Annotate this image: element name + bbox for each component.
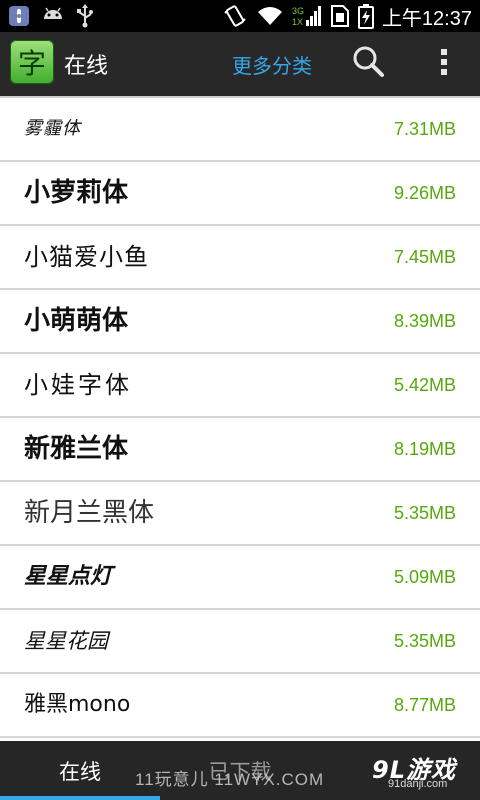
tab-online-label: 在线 (59, 759, 101, 784)
notification-icons (8, 4, 94, 28)
network-type-label: 3G (292, 6, 304, 16)
usb-debug-icon (8, 5, 30, 27)
network-sub-label: 1X (292, 17, 303, 27)
sim-icon (330, 4, 350, 28)
font-size-label: 7.31MB (393, 119, 456, 139)
font-name: 小猫爱小鱼 (24, 243, 149, 271)
status-bar: 3G 1X 上午12:37 (0, 0, 480, 32)
battery-charging-icon (357, 3, 374, 29)
status-icons: 3G 1X 上午12:37 (222, 0, 472, 32)
list-item[interactable]: 星星点灯 5.09MB (0, 546, 480, 610)
page-title: 在线 (64, 54, 109, 79)
watermark-logo: 9L游戏 91danji.com (372, 750, 472, 794)
font-name: 新月兰黑体 (24, 498, 155, 528)
font-size-label: 5.35MB (393, 631, 456, 651)
signal-icon: 3G 1X (292, 4, 322, 28)
list-item[interactable]: 雾霾体 7.31MB (0, 98, 480, 162)
app-icon[interactable]: 字 (10, 40, 54, 84)
usb-icon (76, 4, 94, 28)
list-item[interactable]: 小萝莉体 9.26MB (0, 162, 480, 226)
font-size-label: 7.45MB (393, 247, 456, 267)
clock: 上午12:37 (381, 7, 472, 30)
vibrate-icon (222, 3, 248, 29)
action-bar: 字 在线 更多分类 (0, 32, 480, 96)
font-name: 星星花园 (24, 629, 108, 653)
font-name: 星星点灯 (24, 564, 113, 589)
overflow-menu-icon[interactable] (436, 44, 452, 80)
list-item[interactable]: 雅黑mono 8.77MB (0, 674, 480, 738)
list-item[interactable]: 小猫爱小鱼 7.45MB (0, 226, 480, 290)
font-name: 小萝莉体 (24, 178, 129, 208)
wifi-icon (256, 5, 284, 27)
font-size-label: 9.26MB (393, 183, 456, 203)
font-size-label: 5.35MB (393, 503, 456, 523)
font-size-label: 8.39MB (393, 311, 456, 331)
font-name: 雾霾体 (24, 118, 81, 139)
font-name: 小娃字体 (24, 371, 132, 399)
list-item[interactable]: 星星花园 5.35MB (0, 610, 480, 674)
list-item[interactable]: 小娃字体 5.42MB (0, 354, 480, 418)
font-list: 雾霾体 7.31MB 小萝莉体 9.26MB 小猫爱小鱼 7.45MB 小萌萌体… (0, 96, 480, 741)
android-icon (40, 5, 66, 27)
app-icon-glyph: 字 (17, 47, 46, 80)
more-categories-button[interactable]: 更多分类 (232, 50, 312, 79)
list-item[interactable]: 新雅兰体 8.19MB (0, 418, 480, 482)
font-name: 小萌萌体 (24, 306, 129, 336)
font-size-label: 5.09MB (393, 567, 456, 587)
watermark-text: 11玩意儿 11WYX.COM (135, 770, 325, 789)
list-item[interactable]: 小萌萌体 8.39MB (0, 290, 480, 354)
font-size-label: 8.19MB (393, 439, 456, 459)
font-size-label: 5.42MB (393, 375, 456, 395)
font-name: 雅黑mono (24, 692, 131, 717)
font-name: 新雅兰体 (24, 434, 129, 464)
list-item[interactable]: 新月兰黑体 5.35MB (0, 482, 480, 546)
search-icon[interactable] (350, 44, 386, 80)
font-size-label: 8.77MB (393, 695, 456, 715)
tab-selected-indicator (0, 796, 160, 800)
watermark-logo-sub: 91danji.com (388, 778, 448, 790)
